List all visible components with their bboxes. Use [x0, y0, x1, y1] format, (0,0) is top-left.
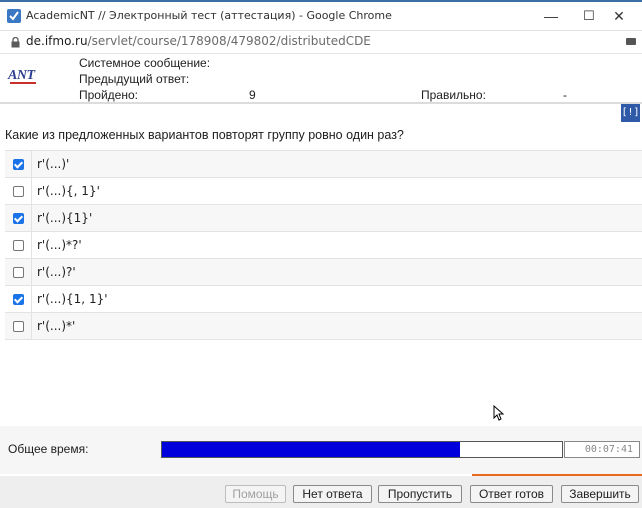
answer-option[interactable]: r'(...){1}' [5, 204, 642, 231]
app-icon [7, 9, 21, 23]
ant-logo: ANT [8, 68, 36, 84]
lock-icon [11, 37, 20, 48]
answer-options: r'(...)' r'(...){, 1}' r'(...){1}' r'(...)*… [5, 150, 642, 340]
logo-underline [10, 82, 36, 84]
answer-option-text: r'(...){1, 1}' [37, 292, 108, 306]
answer-checkbox[interactable] [13, 240, 24, 251]
hint-button[interactable]: [!] [621, 104, 640, 122]
answer-checkbox[interactable] [13, 321, 24, 332]
checkbox-cell [5, 232, 32, 258]
finish-button[interactable]: Завершить [561, 485, 639, 503]
checkbox-cell [5, 151, 32, 177]
time-progress-fill [162, 442, 460, 457]
checkbox-cell [5, 313, 32, 339]
answer-option-text: r'(...)*' [37, 319, 76, 333]
answer-option-text: r'(...){1}' [37, 211, 93, 225]
answer-checkbox[interactable] [13, 213, 24, 224]
timer-value: 00:07:41 [584, 444, 633, 455]
answer-option-text: r'(...){, 1}' [37, 184, 100, 198]
answer-checkbox[interactable] [13, 159, 24, 170]
answer-ready-button[interactable]: Ответ готов [470, 485, 553, 503]
passed-label: Пройдено: [79, 88, 138, 102]
help-button[interactable]: Помощь [225, 485, 286, 503]
logo-text: ANT [8, 68, 35, 83]
answer-checkbox[interactable] [13, 294, 24, 305]
answer-option-text: r'(...)' [37, 157, 70, 171]
checkbox-cell [5, 205, 32, 231]
passed-value: 9 [249, 88, 256, 102]
answer-checkbox[interactable] [13, 267, 24, 278]
title-bar: AcademicNT // Электронный тест (аттестац… [0, 2, 642, 31]
no-answer-button[interactable]: Нет ответа [293, 485, 372, 503]
answer-option-text: r'(...)*?' [37, 238, 82, 252]
url-domain: de.ifmo.ru [26, 34, 88, 48]
system-message-label: Системное сообщение: [79, 56, 211, 70]
url-path: /servlet/course/178908/479802/distribute… [87, 34, 371, 48]
previous-answer-label: Предыдущий ответ: [79, 72, 190, 86]
answer-option[interactable]: r'(...)*?' [5, 231, 642, 258]
window-title: AcademicNT // Электронный тест (аттестац… [26, 9, 392, 22]
answer-option[interactable]: r'(...){, 1}' [5, 177, 642, 204]
correct-value: - [563, 88, 567, 102]
correct-label: Правильно: [421, 88, 486, 102]
address-bar[interactable]: de.ifmo.ru/servlet/course/178908/479802/… [0, 31, 642, 54]
answer-option[interactable]: r'(...)' [5, 150, 642, 177]
total-time-label: Общее время: [8, 442, 89, 456]
checkbox-cell [5, 178, 32, 204]
answer-checkbox[interactable] [13, 186, 24, 197]
timer-display: 00:07:41 [564, 441, 640, 458]
camera-icon[interactable] [626, 38, 636, 45]
time-progress-bar [161, 441, 563, 458]
question-text: Какие из предложенных вариантов повторят… [5, 128, 404, 142]
close-button[interactable]: ✕ [596, 2, 642, 30]
checkbox-cell [5, 259, 32, 285]
skip-button[interactable]: Пропустить [378, 485, 462, 503]
header-separator [0, 102, 642, 104]
url-text[interactable]: de.ifmo.ru/servlet/course/178908/479802/… [26, 34, 371, 48]
answer-option[interactable]: r'(...){1, 1}' [5, 285, 642, 312]
answer-option[interactable]: r'(...)*' [5, 312, 642, 340]
answer-option-text: r'(...)?' [37, 265, 76, 279]
checkbox-cell [5, 286, 32, 312]
mouse-cursor-icon [493, 405, 505, 421]
answer-option[interactable]: r'(...)?' [5, 258, 642, 285]
